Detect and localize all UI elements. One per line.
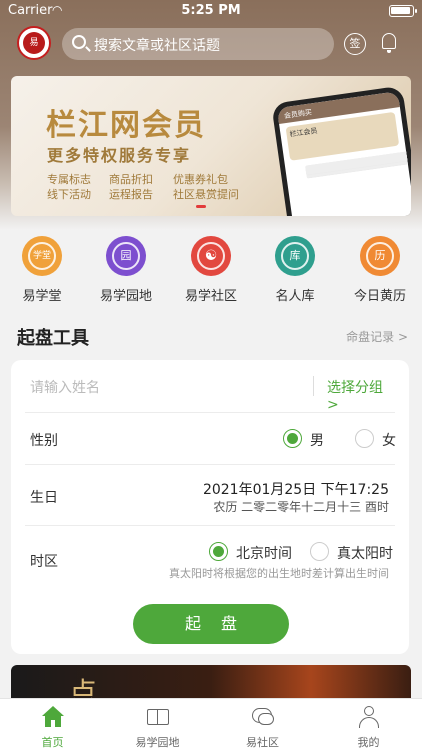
birthday-lunar: 农历 二零二零年十二月十三 酉时 xyxy=(213,500,389,514)
quick-link-yixuetang[interactable]: 学堂 易学堂 xyxy=(0,236,84,304)
start-chart-button[interactable]: 起盘 xyxy=(133,604,289,644)
gender-row: 性别 男 女 xyxy=(25,413,396,465)
gender-male-radio[interactable] xyxy=(283,429,302,448)
gender-label: 性别 xyxy=(30,433,58,449)
chart-tool-card: 请输入姓名 选择分组 > 性别 男 女 生日 2021年01月25日 下午17:… xyxy=(11,360,409,654)
timezone-beijing-label[interactable]: 北京时间 xyxy=(236,543,292,563)
gender-female-radio[interactable] xyxy=(355,429,374,448)
search-placeholder: 搜索文章或社区话题 xyxy=(94,38,220,54)
yin-yang-icon: ☯ xyxy=(191,236,231,276)
top-bar: 易 搜索文章或社区话题 签 xyxy=(0,26,422,62)
bottom-tab-bar: 首页 易学园地 易社区 我的 xyxy=(0,698,422,750)
tab-home[interactable]: 首页 xyxy=(0,705,105,750)
gender-female-label[interactable]: 女 xyxy=(382,430,396,450)
timezone-solar-radio[interactable] xyxy=(310,542,329,561)
logo-mark: 易 xyxy=(23,32,45,54)
phone-mockup: 会员购买 栏江会员 选择开通套餐 xyxy=(271,85,411,216)
notebook-icon: 库 xyxy=(275,236,315,276)
birthday-solar[interactable]: 2021年01月25日 下午17:25 xyxy=(203,479,389,499)
banner-subtitle: 更多特权服务专享 xyxy=(47,146,192,165)
timezone-label: 时区 xyxy=(30,554,58,570)
home-icon xyxy=(41,705,65,729)
quick-link-almanac[interactable]: 历 今日黄历 xyxy=(338,236,422,304)
timezone-solar-label[interactable]: 真太阳时 xyxy=(337,543,393,563)
quick-link-community[interactable]: ☯ 易学社区 xyxy=(169,236,253,304)
name-row: 请输入姓名 选择分组 > xyxy=(25,360,395,413)
chat-icon xyxy=(251,705,275,729)
book-icon xyxy=(146,705,170,729)
search-icon xyxy=(72,35,86,49)
birthday-row[interactable]: 生日 2021年01月25日 下午17:25 农历 二零二零年十二月十三 酉时 xyxy=(25,465,395,526)
birthday-label: 生日 xyxy=(30,490,58,506)
sign-in-icon[interactable]: 签 xyxy=(344,33,366,55)
quick-link-garden[interactable]: 园 易学园地 xyxy=(84,236,168,304)
timezone-row: 时区 北京时间 真太阳时 真太阳时将根据您的出生地时差计算出生时间 xyxy=(25,526,395,592)
gender-male-label[interactable]: 男 xyxy=(310,430,324,450)
timezone-beijing-radio[interactable] xyxy=(209,542,228,561)
name-input[interactable]: 请输入姓名 xyxy=(30,377,100,397)
banner-page-indicator xyxy=(196,205,206,208)
banner-title: 栏江网会员 xyxy=(46,108,206,143)
battery-icon xyxy=(389,5,417,17)
calendar-icon: 历 xyxy=(360,236,400,276)
timezone-hint: 真太阳时将根据您的出生地时差计算出生时间 xyxy=(169,567,389,580)
banner-feature-3: 优惠券礼包 社区悬赏提问 xyxy=(173,173,239,201)
tab-garden[interactable]: 易学园地 xyxy=(105,705,210,750)
garden-icon: 园 xyxy=(106,236,146,276)
banner-feature-2: 商品折扣 运程报告 xyxy=(109,173,153,201)
notification-bell-icon[interactable] xyxy=(378,31,400,55)
select-group-link[interactable]: 选择分组 > xyxy=(327,377,395,413)
chart-history-link[interactable]: 命盘记录 > xyxy=(346,328,408,345)
quick-links: 学堂 易学堂 园 易学园地 ☯ 易学社区 库 名人库 历 今日黄历 xyxy=(0,236,422,306)
academy-icon: 学堂 xyxy=(22,236,62,276)
tab-community[interactable]: 易社区 xyxy=(210,705,315,750)
status-time: 5:25 PM xyxy=(181,3,241,18)
status-bar: Carrier ◠ 5:25 PM xyxy=(0,0,422,22)
banner-feature-1: 专属标志 线下活动 xyxy=(47,173,91,201)
membership-banner[interactable]: 栏江网会员 更多特权服务专享 专属标志 线下活动 商品折扣 运程报告 优惠券礼包 社区… xyxy=(11,76,411,216)
section-title: 起盘工具 xyxy=(17,328,89,349)
user-icon xyxy=(357,705,381,729)
quick-link-celebrities[interactable]: 库 名人库 xyxy=(253,236,337,304)
app-logo[interactable]: 易 xyxy=(17,26,51,60)
search-bar[interactable]: 搜索文章或社区话题 xyxy=(62,28,334,60)
tab-profile[interactable]: 我的 xyxy=(316,705,421,750)
